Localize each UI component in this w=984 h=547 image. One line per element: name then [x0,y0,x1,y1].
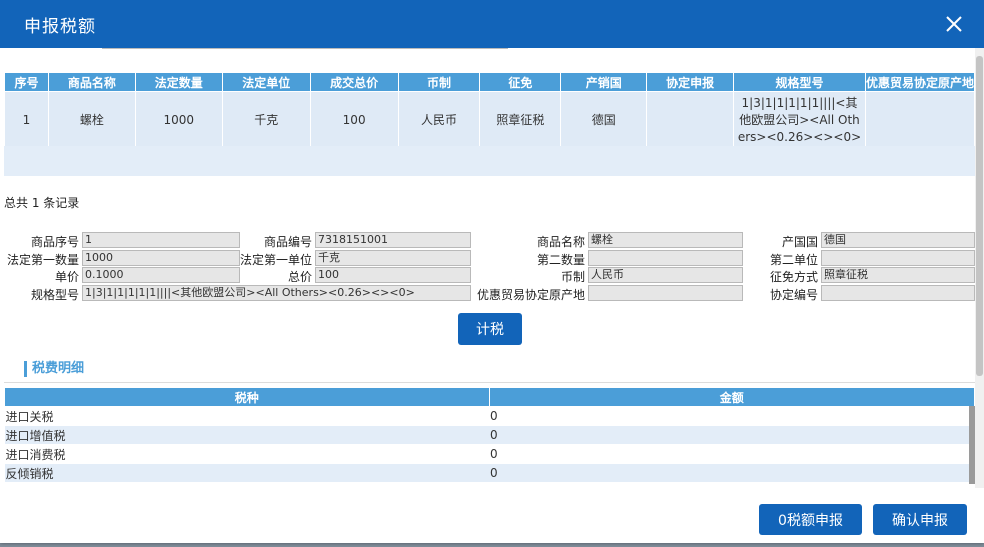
total-price-field[interactable]: 100 [315,267,471,283]
col-header[interactable]: 成交总价 [309,72,399,92]
tax-amount-cell: 0 [489,444,975,464]
col-header[interactable]: 金额 [488,387,975,407]
confirm-declare-button[interactable]: 确认申报 [873,504,967,535]
goods-table-empty-row [4,146,975,176]
qty2-field[interactable] [588,250,743,266]
tax-amount-cell: 0 [489,463,975,483]
col-header[interactable]: 币制 [397,72,481,92]
tax-type-cell: 进口增值税 [4,425,489,445]
goods-table: 序号 商品名称 法定数量 法定单位 成交总价 币制 征免 产销国 协定申报 规格… [4,72,975,149]
dialog-scroll-thumb[interactable] [976,56,983,376]
col-header[interactable]: 规格型号 [733,72,866,92]
price-field[interactable]: 0.1000 [82,267,240,283]
table-row[interactable]: 反倾销税 0 [4,463,975,483]
zero-tax-declare-button[interactable]: 0税额申报 [759,504,862,535]
item-no-field[interactable]: 1 [82,232,240,248]
col-header[interactable]: 序号 [4,72,49,92]
pref-origin-label: 优惠贸易协定原产地 [476,288,585,302]
spec-field[interactable]: 1|3|1|1|1|1|1||||<其他欧盟公司><All Others><0.… [82,285,471,301]
declare-tax-dialog: 申报税额 序号 商品名称 法定数量 法定单位 成交总价 币制 征免 产销国 协定… [0,0,984,543]
qty1-field[interactable]: 1000 [82,250,240,266]
qty1-label: 法定第一数量 [6,253,79,267]
name-field[interactable]: 螺栓 [588,232,743,248]
unit2-label: 第二单位 [769,253,818,267]
agreement-no-label: 协定编号 [769,288,818,302]
origin-field[interactable]: 德国 [821,232,975,248]
col-header[interactable]: 征免 [479,72,562,92]
section-divider [4,382,975,383]
col-header[interactable]: 优惠贸易协定原产地 [864,72,975,92]
col-header[interactable]: 法定单位 [221,72,311,92]
col-header[interactable]: 税种 [4,387,490,407]
tax-header-row: 税种 金额 [4,387,975,407]
exemption-field[interactable]: 照章征税 [821,267,975,283]
tax-detail-section-title: 税费明细 [24,361,84,377]
tax-type-cell: 进口消费税 [4,444,489,464]
spec-label: 规格型号 [30,288,79,302]
dialog-title: 申报税额 [24,17,96,37]
pref-origin-field[interactable] [588,285,743,301]
tax-amount-cell: 0 [489,425,975,445]
unit2-field[interactable] [821,250,975,266]
code-field[interactable]: 7318151001 [315,232,471,248]
cell-quantity: 1000 [134,91,223,149]
cell-origin: 德国 [560,91,648,149]
price-label: 单价 [54,270,79,284]
unit1-label: 法定第一单位 [239,253,312,267]
col-header[interactable]: 法定数量 [134,72,223,92]
col-header[interactable]: 商品名称 [47,72,136,92]
dialog-footer: 0税额申报 确认申报 [0,488,984,543]
name-label: 商品名称 [536,235,585,249]
cell-total-price: 100 [309,91,399,149]
table-row[interactable]: 进口关税 0 [4,406,975,426]
tax-type-cell: 进口关税 [4,406,489,426]
dialog-content: 序号 商品名称 法定数量 法定单位 成交总价 币制 征免 产销国 协定申报 规格… [0,48,975,488]
total-price-label: 总价 [287,270,312,284]
col-header[interactable]: 协定申报 [646,72,735,92]
top-search-field[interactable] [102,48,508,49]
agreement-no-field[interactable] [821,285,975,301]
unit1-field[interactable]: 千克 [315,250,471,266]
table-row[interactable]: 进口消费税 0 [4,444,975,464]
calculate-tax-button[interactable]: 计税 [458,313,522,345]
goods-header-row: 序号 商品名称 法定数量 法定单位 成交总价 币制 征免 产销国 协定申报 规格… [4,72,975,92]
code-label: 商品编号 [263,235,312,249]
col-header[interactable]: 产销国 [560,72,648,92]
currency-label: 币制 [560,270,585,284]
origin-label: 产国国 [781,235,818,249]
cell-name: 螺栓 [47,91,136,149]
tax-type-cell: 反倾销税 [4,463,489,483]
cell-currency: 人民币 [397,91,481,149]
tax-detail-table: 税种 金额 进口关税 0 进口增值税 0 进口消费税 0 反倾销税 0 [4,387,975,483]
cell-pref-origin [864,91,975,149]
currency-field[interactable]: 人民币 [588,267,743,283]
cell-unit: 千克 [221,91,311,149]
dialog-titlebar: 申报税额 [0,0,984,48]
close-icon[interactable] [942,12,966,36]
cell-agreement [646,91,735,149]
table-row[interactable]: 1 螺栓 1000 千克 100 人民币 照章征税 德国 1|3|1|1|1|1… [4,91,975,149]
cell-exemption: 照章征税 [479,91,562,149]
cell-spec: 1|3|1|1|1|1|1||||<其他欧盟公司><All Others><0.… [733,91,866,149]
qty2-label: 第二数量 [536,253,585,267]
item-no-label: 商品序号 [30,235,79,249]
total-records: 总共 1 条记录 [4,196,80,210]
exemption-label: 征免方式 [769,270,818,284]
tax-amount-cell: 0 [489,406,975,426]
cell-index: 1 [4,91,49,149]
table-row[interactable]: 进口增值税 0 [4,425,975,445]
